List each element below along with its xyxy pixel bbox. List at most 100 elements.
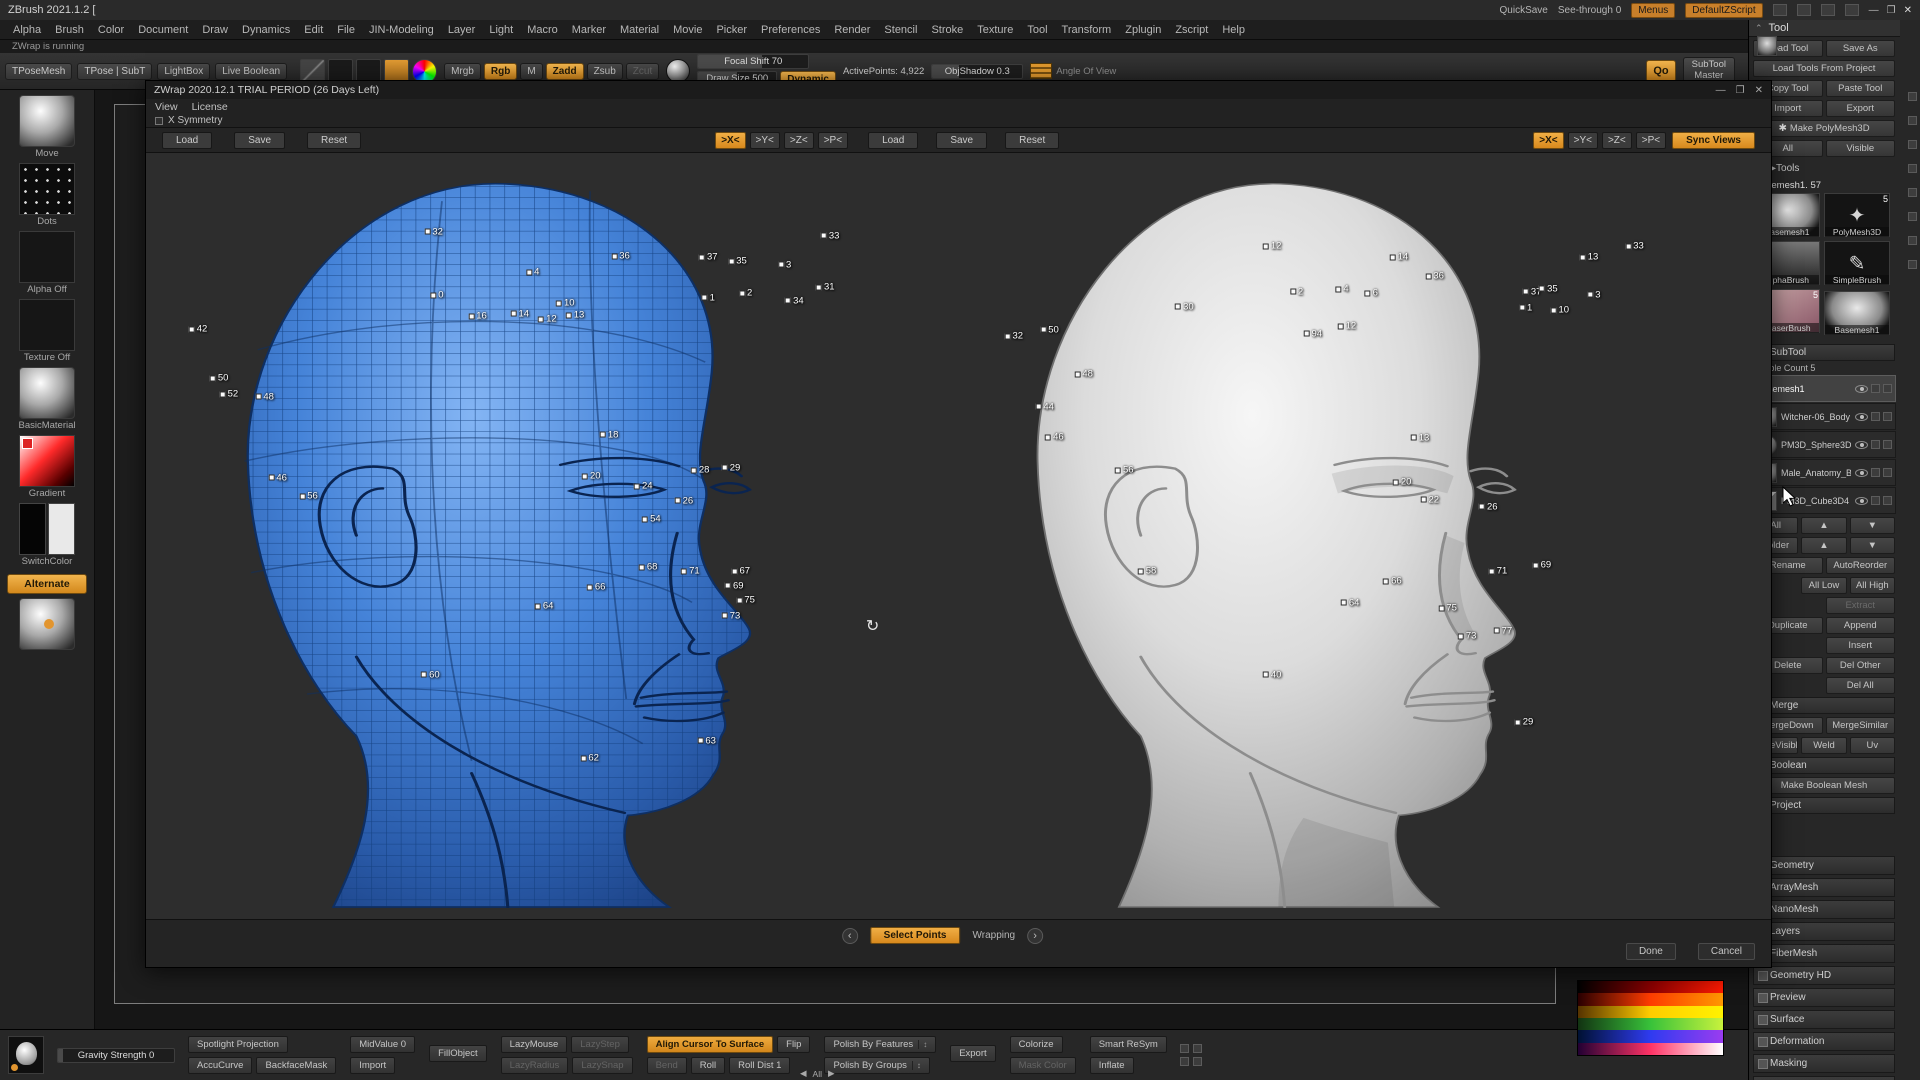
load-button[interactable]: Load xyxy=(868,132,918,149)
make-polymesh3d-button[interactable]: ✱ Make PolyMesh3D xyxy=(1753,120,1895,137)
roll-dist-1-button[interactable]: Roll Dist 1 xyxy=(729,1057,790,1074)
mode-rgb-button[interactable]: Rgb xyxy=(484,63,517,80)
landmark-target-94[interactable]: 94 xyxy=(1303,328,1322,339)
boolean-section-header[interactable]: Boolean xyxy=(1753,757,1895,774)
lazysnap-button[interactable]: LazySnap xyxy=(572,1057,632,1074)
zwrap-menu-view[interactable]: View xyxy=(155,101,178,113)
landmark-source-50[interactable]: 50 xyxy=(210,373,229,384)
angle-of-view-widget[interactable]: Angle Of View xyxy=(1030,63,1116,79)
landmark-source-54[interactable]: 54 xyxy=(642,514,661,525)
menu-layer[interactable]: Layer xyxy=(441,22,483,38)
sculpt-toggle-icon[interactable] xyxy=(1883,496,1892,505)
landmark-target-71[interactable]: 71 xyxy=(1489,566,1508,577)
lazyradius-button[interactable]: LazyRadius xyxy=(501,1057,569,1074)
polish-by-groups-button[interactable]: Polish By Groups↕ xyxy=(824,1057,929,1074)
section-fibermesh[interactable]: FiberMesh xyxy=(1753,944,1895,963)
landmark-source-71[interactable]: 71 xyxy=(681,566,700,577)
export-button[interactable]: Export xyxy=(1826,100,1896,117)
see-through-slider[interactable]: See-through 0 xyxy=(1558,5,1621,16)
menu-stencil[interactable]: Stencil xyxy=(877,22,924,38)
canvas-scroll-widget[interactable]: ◀ All ▶ xyxy=(800,1068,835,1079)
landmark-target-73[interactable]: 73 xyxy=(1458,631,1477,642)
landmark-source-16[interactable]: 16 xyxy=(468,311,487,322)
menu-material[interactable]: Material xyxy=(613,22,666,38)
all-low-button[interactable]: All Low xyxy=(1801,577,1846,594)
landmark-target-13[interactable]: 13 xyxy=(1411,432,1430,443)
tool-thumb-simplebrush[interactable]: ✎SimpleBrush xyxy=(1824,241,1890,285)
save-as-button[interactable]: Save As xyxy=(1826,40,1896,57)
section-geometry-hd[interactable]: Geometry HD xyxy=(1753,966,1895,985)
menu-preferences[interactable]: Preferences xyxy=(754,22,827,38)
paste-tool-button[interactable]: Paste Tool xyxy=(1826,80,1896,97)
landmark-source-68[interactable]: 68 xyxy=(639,562,658,573)
landmark-target-10[interactable]: 10 xyxy=(1550,305,1569,316)
item-button[interactable]: ▲ xyxy=(1801,537,1846,554)
axis-p-button[interactable]: >P< xyxy=(1636,132,1666,149)
landmark-target-46[interactable]: 46 xyxy=(1045,432,1064,443)
landmark-source-66[interactable]: 66 xyxy=(587,582,606,593)
landmark-source-46[interactable]: 46 xyxy=(268,472,287,483)
lightbox-button[interactable]: LightBox xyxy=(157,63,210,80)
gradient-thumbnail[interactable] xyxy=(19,435,75,487)
alpha-off-thumbnail[interactable] xyxy=(19,231,75,283)
subtool-witcher-06-body[interactable]: Witcher-06_Body xyxy=(1753,403,1896,430)
prev-step-button[interactable]: ‹ xyxy=(842,928,858,944)
titlebar-icon[interactable] xyxy=(1773,4,1787,16)
landmark-target-3[interactable]: 3 xyxy=(1587,289,1600,300)
axis-z-button[interactable]: >Z< xyxy=(784,132,814,149)
basicmaterial-thumbnail[interactable] xyxy=(19,367,75,419)
landmark-target-40[interactable]: 40 xyxy=(1263,669,1282,680)
subtool-basemesh1[interactable]: Basemesh1 xyxy=(1753,375,1896,402)
stepper-arrows-icon[interactable]: ↕ xyxy=(912,1061,921,1070)
sculpt-toggle-icon[interactable] xyxy=(1883,468,1892,477)
section-masking[interactable]: Masking xyxy=(1753,1054,1895,1073)
landmark-target-48[interactable]: 48 xyxy=(1074,369,1093,380)
menu-edit[interactable]: Edit xyxy=(297,22,330,38)
menu-marker[interactable]: Marker xyxy=(565,22,613,38)
spectrum-gradient-palette[interactable] xyxy=(1577,980,1724,1056)
zwrap-menu-license[interactable]: License xyxy=(192,101,228,113)
move-thumbnail[interactable] xyxy=(19,95,75,147)
menu-movie[interactable]: Movie xyxy=(666,22,709,38)
zwrap-maximize-icon[interactable]: ❐ xyxy=(1736,85,1745,96)
lightbox-tools-shortcut[interactable]: ▸Tools xyxy=(1753,160,1895,177)
gradient-band[interactable] xyxy=(1578,993,1723,1005)
menu-light[interactable]: Light xyxy=(482,22,520,38)
stepper-arrows-icon[interactable]: ↕ xyxy=(918,1040,927,1049)
paint-toggle-icon[interactable] xyxy=(1871,384,1880,393)
all-high-button[interactable]: All High xyxy=(1850,577,1895,594)
dock-icon[interactable] xyxy=(1908,140,1917,149)
zwrap-minimize-icon[interactable]: — xyxy=(1716,85,1726,96)
del-other-button[interactable]: Del Other xyxy=(1826,657,1896,674)
alternate-button[interactable]: Alternate xyxy=(7,574,87,594)
landmark-source-29[interactable]: 29 xyxy=(722,462,741,473)
visibility-eye-icon[interactable] xyxy=(1855,385,1868,393)
reset-button[interactable]: Reset xyxy=(307,132,361,149)
landmark-source-4[interactable]: 4 xyxy=(526,267,539,278)
menu-stroke[interactable]: Stroke xyxy=(924,22,970,38)
gradient-band[interactable] xyxy=(1578,981,1723,993)
stepper-icon[interactable] xyxy=(1193,1057,1202,1066)
accucurve-button[interactable]: AccuCurve xyxy=(188,1057,252,1074)
landmark-source-20[interactable]: 20 xyxy=(582,471,601,482)
titlebar-icon[interactable] xyxy=(1845,4,1859,16)
landmark-target-44[interactable]: 44 xyxy=(1035,401,1054,412)
lazymouse-button[interactable]: LazyMouse xyxy=(501,1036,568,1053)
landmark-source-14[interactable]: 14 xyxy=(510,308,529,319)
landmark-source-13[interactable]: 13 xyxy=(566,310,585,321)
landmark-source-32[interactable]: 32 xyxy=(424,226,443,237)
polish-by-features-button[interactable]: Polish By Features↕ xyxy=(824,1036,936,1053)
gradient-band[interactable] xyxy=(1578,1030,1723,1042)
landmark-target-13[interactable]: 13 xyxy=(1580,252,1599,263)
stepper-icon[interactable] xyxy=(1180,1044,1189,1053)
flip-button[interactable]: Flip xyxy=(777,1036,810,1053)
menu-zscript[interactable]: Zscript xyxy=(1168,22,1215,38)
stepper-icon[interactable] xyxy=(1193,1044,1202,1053)
landmark-source-73[interactable]: 73 xyxy=(722,610,741,621)
axis-p-button[interactable]: >P< xyxy=(818,132,848,149)
make-boolean-mesh-button[interactable]: Make Boolean Mesh xyxy=(1753,777,1895,794)
x-symmetry-toggle[interactable]: X Symmetry xyxy=(146,114,1771,127)
landmark-source-75[interactable]: 75 xyxy=(736,595,755,606)
landmark-target-6[interactable]: 6 xyxy=(1365,288,1378,299)
landmark-source-63[interactable]: 63 xyxy=(697,735,716,746)
